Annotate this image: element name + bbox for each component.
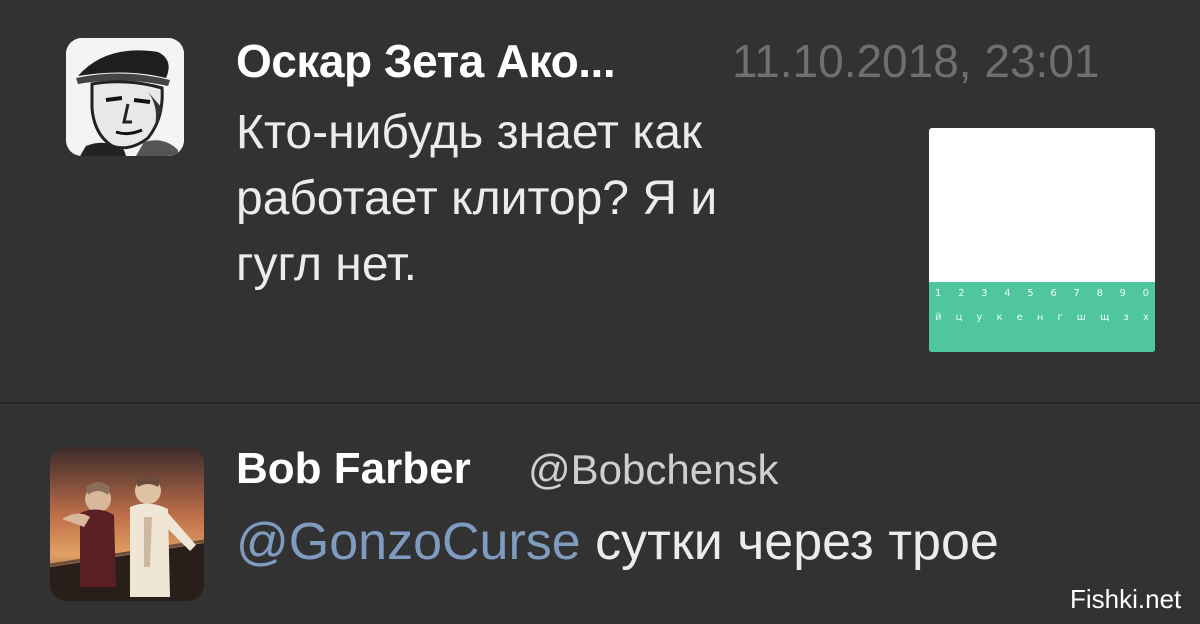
key: 3 [981,288,988,299]
author-name[interactable]: Оскар Зета Ако... [236,34,616,88]
keyboard-screenshot: 1 2 3 4 5 6 7 8 9 0 й ц у к е н г ш щ з … [929,282,1155,352]
key: щ [1100,312,1110,323]
tweet-text-content: сутки через трое [580,513,999,571]
key: у [976,312,983,323]
key: х [1142,312,1149,323]
key: й [935,312,942,323]
key: н [1036,312,1044,323]
key: 6 [1050,288,1057,299]
key: 0 [1142,288,1149,299]
key: 4 [1004,288,1011,299]
key: 9 [1119,288,1126,299]
author-handle[interactable]: @Bobchensk [528,446,778,494]
key: е [1016,312,1023,323]
mention-link[interactable]: @GonzoCurse [236,513,581,571]
avatar[interactable] [50,447,204,601]
tweet-item[interactable]: Оскар Зета Ако... 11.10.2018, 23:01 Кто-… [0,0,1200,402]
tweet-timestamp[interactable]: 11.10.2018, 23:01 [732,34,1099,88]
comic-pilot-portrait-icon [66,38,184,156]
author-name[interactable]: Bob Farber [236,444,471,494]
key: 5 [1027,288,1034,299]
movie-poster-couple-icon [50,447,204,601]
avatar[interactable] [66,38,184,156]
tweet-text-line: работает клитор? Я и [236,172,718,225]
key: 7 [1073,288,1080,299]
key: 8 [1096,288,1103,299]
tweet-text-line: Кто-нибудь знает как [236,106,702,159]
key: з [1123,312,1129,323]
key: 2 [958,288,965,299]
watermark: Fishki.net [1070,584,1182,614]
key: г [1057,312,1063,323]
keyboard-row-digits: 1 2 3 4 5 6 7 8 9 0 [935,288,1149,299]
key: ц [955,312,963,323]
feed: Оскар Зета Ако... 11.10.2018, 23:01 Кто-… [0,0,1200,624]
key: ш [1076,312,1086,323]
key: 1 [935,288,942,299]
attached-image-thumbnail[interactable]: 1 2 3 4 5 6 7 8 9 0 й ц у к е н г ш щ з … [929,128,1155,352]
tweet-text: @GonzoCurse сутки через трое [236,512,999,572]
keyboard-row-letters: й ц у к е н г ш щ з х [935,312,1149,323]
key: к [996,312,1003,323]
tweet-text-line: гугл нет. [236,238,417,291]
tweet-text: Кто-нибудь знает как работает клитор? Я … [236,100,836,298]
